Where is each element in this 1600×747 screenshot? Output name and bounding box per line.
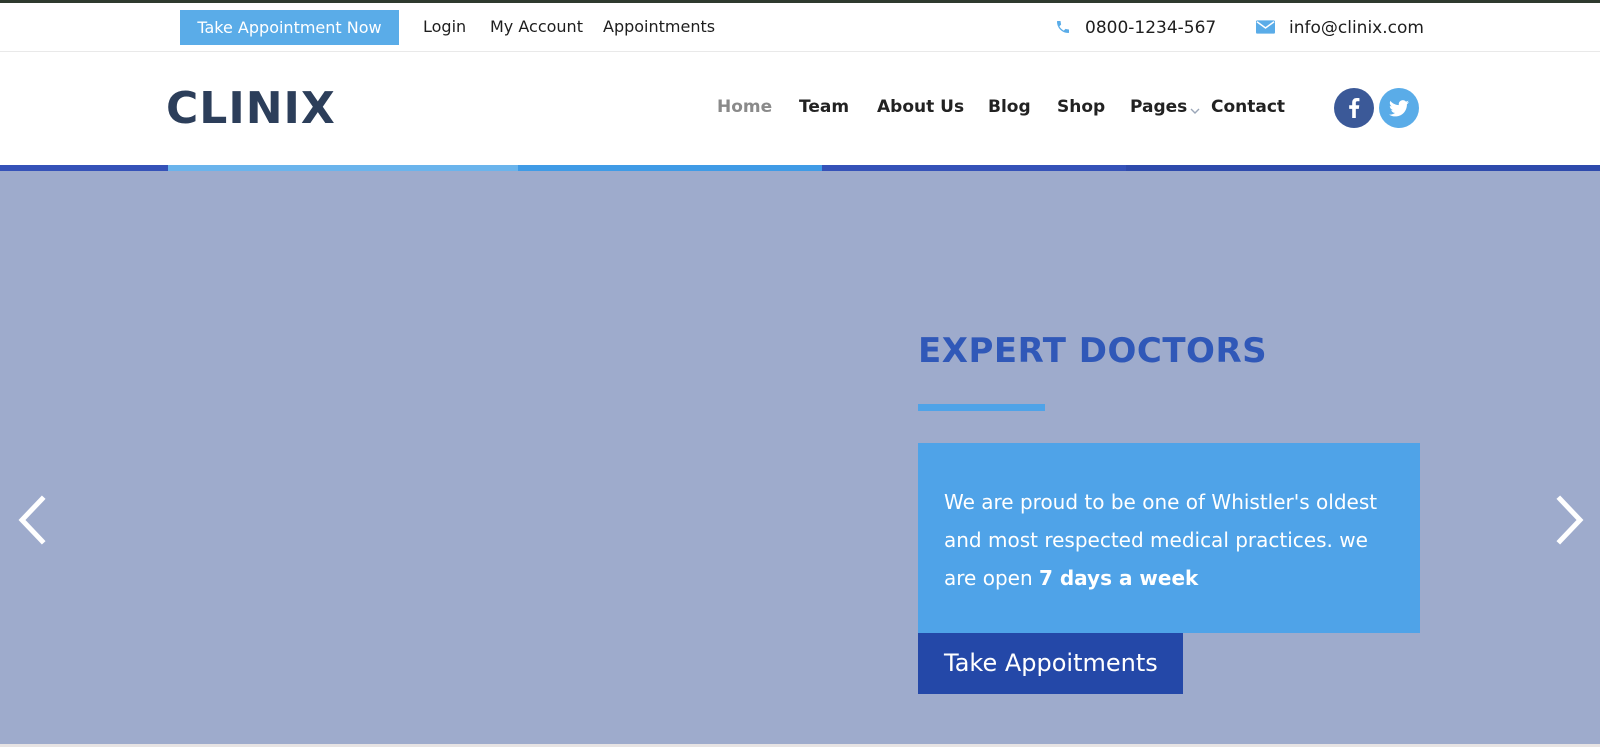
chevron-left-icon[interactable] [12,491,52,549]
top-bar: Take Appointment Now Login My Account Ap… [0,3,1600,52]
login-link[interactable]: Login [423,11,466,43]
site-logo[interactable]: CLINIX [166,82,336,136]
nav-contact[interactable]: Contact [1211,92,1285,122]
main-header: CLINIX Home Team About Us Blog Shop Page… [0,52,1600,165]
email-address[interactable]: info@clinix.com [1289,11,1424,45]
my-account-link[interactable]: My Account [490,11,583,43]
envelope-icon [1256,19,1276,37]
hero-description-emphasis: 7 days a week [1038,566,1199,590]
chevron-right-icon[interactable] [1550,491,1590,549]
hero-description-box: We are proud to be one of Whistler's old… [918,443,1420,633]
take-appointments-button[interactable]: Take Appoitments [918,633,1183,694]
appointments-link[interactable]: Appointments [603,11,715,43]
twitter-icon[interactable] [1379,88,1419,128]
phone-number: 0800-1234-567 [1085,18,1217,38]
phone-icon [1055,19,1075,37]
nav-shop[interactable]: Shop [1057,92,1105,122]
nav-team[interactable]: Team [799,92,849,122]
nav-about-us[interactable]: About Us [877,92,964,122]
hero-description: We are proud to be one of Whistler's old… [944,483,1394,597]
hero-title: EXPERT DOCTORS [918,331,1268,371]
hero-title-underline [918,404,1045,411]
hero-slider: EXPERT DOCTORS We are proud to be one of… [0,171,1600,744]
take-appointment-now-button[interactable]: Take Appointment Now [180,10,399,45]
nav-blog[interactable]: Blog [988,92,1031,122]
chevron-down-icon[interactable] [1189,102,1201,114]
facebook-icon[interactable] [1334,88,1374,128]
nav-pages[interactable]: Pages [1130,92,1187,122]
nav-home[interactable]: Home [717,92,772,122]
